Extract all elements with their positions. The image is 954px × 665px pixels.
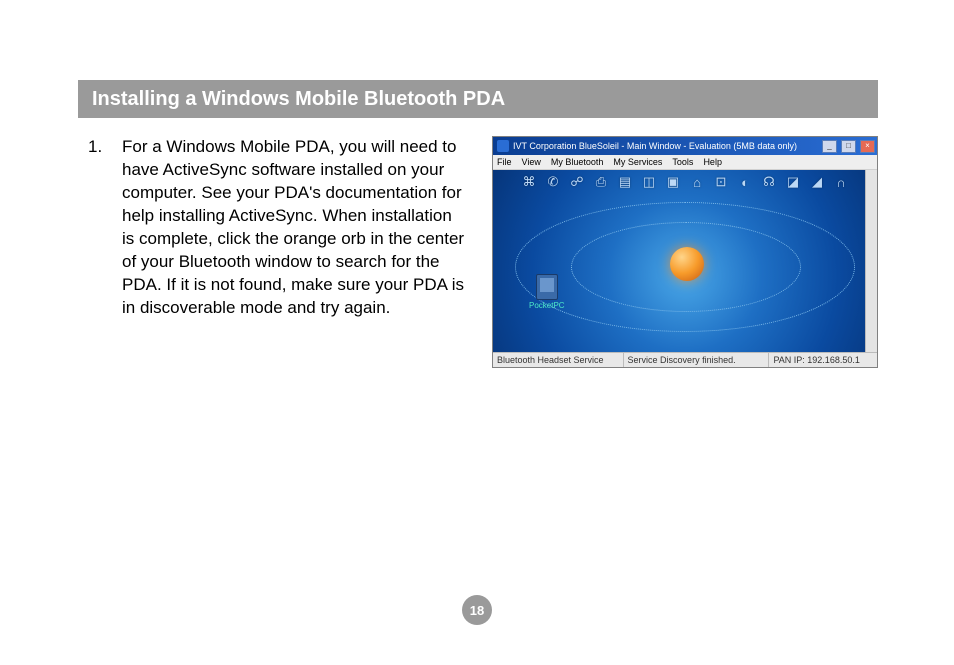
menu-view[interactable]: View [522,157,541,167]
step-list: 1. For a Windows Mobile PDA, you will ne… [88,136,468,320]
step-number: 1. [88,136,122,320]
pda-label: PocketPC [529,301,565,310]
status-mid: Service Discovery finished. [624,353,770,367]
bluetooth-canvas: ⌘ ✆ ☍ ⎙ ▤ ◫ ▣ ⌂ ⊡ ◐ ☊ ◪ ◢ ∩ PocketPC [493,170,877,352]
print-icon[interactable]: ⎙ [592,174,610,190]
menu-tools[interactable]: Tools [672,157,693,167]
page-number: 18 [470,603,484,618]
menu-file[interactable]: File [497,157,512,167]
scrollbar[interactable] [865,170,877,352]
step-1: 1. For a Windows Mobile PDA, you will ne… [88,136,468,320]
app-screenshot: IVT Corporation BlueSoleil - Main Window… [492,136,878,368]
section-header: Installing a Windows Mobile Bluetooth PD… [78,80,878,118]
section-title: Installing a Windows Mobile Bluetooth PD… [92,88,505,111]
pim-icon[interactable]: ▤ [616,174,634,190]
step-text: For a Windows Mobile PDA, you will need … [122,136,468,320]
minimize-button[interactable]: _ [822,140,837,153]
ftp-icon[interactable]: ▣ [664,174,682,190]
statusbar: Bluetooth Headset Service Service Discov… [493,352,877,367]
menubar: File View My Bluetooth My Services Tools… [493,155,877,170]
window-title: IVT Corporation BlueSoleil - Main Window… [513,141,818,151]
maximize-button[interactable]: □ [841,140,856,153]
audio-icon[interactable]: ◢ [808,174,826,190]
imaging-icon[interactable]: ◪ [784,174,802,190]
dun-icon[interactable]: ✆ [544,174,562,190]
sync-icon[interactable]: ☍ [568,174,586,190]
oop-icon[interactable]: ◫ [640,174,658,190]
menu-help[interactable]: Help [703,157,722,167]
titlebar: IVT Corporation BlueSoleil - Main Window… [493,137,877,155]
app-icon [497,140,509,152]
headset-icon[interactable]: ∩ [832,174,850,190]
pda-icon [536,274,558,300]
pda-device[interactable]: PocketPC [529,274,565,310]
serial-icon[interactable]: ⊡ [712,174,730,190]
status-left: Bluetooth Headset Service [493,353,624,367]
center-orb[interactable] [670,247,704,281]
page-number-badge: 18 [462,595,492,625]
menu-my-services[interactable]: My Services [613,157,662,167]
hid-icon[interactable]: ◐ [736,174,754,190]
fax-icon[interactable]: ⌘ [520,174,538,190]
service-icon-row: ⌘ ✆ ☍ ⎙ ▤ ◫ ▣ ⌂ ⊡ ◐ ☊ ◪ ◢ ∩ [493,174,877,190]
av-icon[interactable]: ☊ [760,174,778,190]
menu-my-bluetooth[interactable]: My Bluetooth [551,157,604,167]
lan-icon[interactable]: ⌂ [688,174,706,190]
status-right: PAN IP: 192.168.50.1 [769,353,877,367]
close-button[interactable]: × [860,140,875,153]
